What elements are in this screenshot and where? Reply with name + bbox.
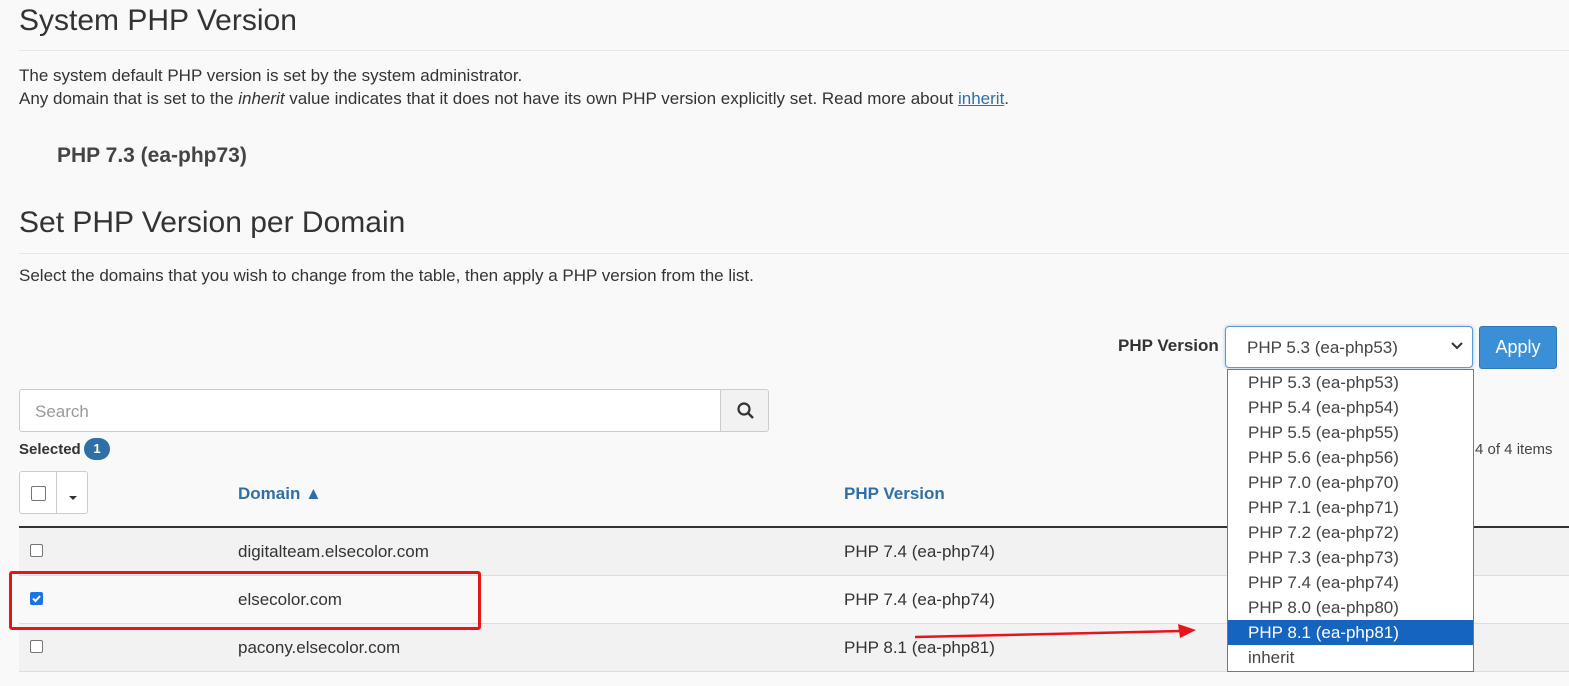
intro-line-1: The system default PHP version is set by… (19, 66, 523, 85)
selected-label: Selected (19, 441, 81, 458)
system-php-title: System PHP Version (19, 4, 297, 37)
search-input[interactable]: Search (19, 389, 721, 432)
dropdown-option[interactable]: PHP 8.0 (ea-php80) (1228, 595, 1473, 620)
apply-button[interactable]: Apply (1479, 326, 1557, 369)
dropdown-option[interactable]: inherit (1228, 645, 1473, 670)
domain-cell: pacony.elsecolor.com (238, 638, 401, 657)
intro-line-2: Any domain that is set to the inherit va… (19, 87, 1009, 110)
search-button[interactable] (720, 389, 769, 432)
inherit-term: inherit (238, 89, 285, 108)
intro-text: Any domain that is set to the (19, 89, 239, 108)
search-icon (736, 401, 755, 425)
intro-text: . (1004, 89, 1010, 108)
per-domain-title: Set PHP Version per Domain (19, 206, 406, 239)
select-all-checkbox[interactable] (31, 486, 46, 501)
php-version-select[interactable]: PHP 5.3 (ea-php53) (1225, 326, 1473, 368)
php-version-dropdown[interactable]: PHP 5.3 (ea-php53) PHP 5.4 (ea-php54) PHP … (1227, 369, 1474, 672)
inherit-link[interactable]: inherit (958, 89, 1004, 108)
system-intro: The system default PHP version is set by… (19, 64, 1009, 110)
dropdown-option[interactable]: PHP 7.1 (ea-php71) (1228, 495, 1473, 520)
intro-text: value indicates that it does not have it… (284, 89, 958, 108)
dropdown-option[interactable]: PHP 8.1 (ea-php81) (1228, 620, 1473, 645)
php-version-cell: PHP 7.4 (ea-php74) (844, 590, 995, 609)
row-checkbox[interactable] (30, 640, 43, 653)
divider (19, 253, 1569, 254)
dropdown-option[interactable]: PHP 5.3 (ea-php53) (1228, 370, 1473, 395)
dropdown-option[interactable]: PHP 7.4 (ea-php74) (1228, 570, 1473, 595)
per-domain-description: Select the domains that you wish to chan… (19, 266, 754, 285)
divider (56, 472, 57, 513)
red-arrow-annotation (914, 624, 1196, 639)
dropdown-option[interactable]: PHP 5.4 (ea-php54) (1228, 395, 1473, 420)
bulk-select-control[interactable] (19, 471, 88, 514)
php-version-select-value: PHP 5.3 (ea-php53) (1247, 338, 1398, 357)
php-version-cell: PHP 7.4 (ea-php74) (844, 542, 995, 561)
php-version-label: PHP Version (1118, 336, 1219, 355)
php-version-column-header[interactable]: PHP Version (844, 484, 945, 504)
caret-down-icon[interactable] (67, 489, 79, 507)
dropdown-option[interactable]: PHP 5.5 (ea-php55) (1228, 420, 1473, 445)
selected-count-badge: 1 (84, 438, 110, 460)
items-count: 4 of 4 items (1475, 441, 1553, 458)
dropdown-option[interactable]: PHP 7.2 (ea-php72) (1228, 520, 1473, 545)
row-checkbox[interactable] (30, 544, 43, 557)
system-php-version-value: PHP 7.3 (ea-php73) (57, 144, 247, 167)
dropdown-option[interactable]: PHP 5.6 (ea-php56) (1228, 445, 1473, 470)
chevron-down-icon (1450, 336, 1464, 360)
dropdown-option[interactable]: PHP 7.0 (ea-php70) (1228, 470, 1473, 495)
domain-column-header[interactable]: Domain ▲ (238, 484, 322, 504)
divider (19, 50, 1569, 51)
highlight-box-annotation (9, 571, 481, 630)
domain-cell: digitalteam.elsecolor.com (238, 542, 429, 561)
dropdown-option[interactable]: PHP 7.3 (ea-php73) (1228, 545, 1473, 570)
